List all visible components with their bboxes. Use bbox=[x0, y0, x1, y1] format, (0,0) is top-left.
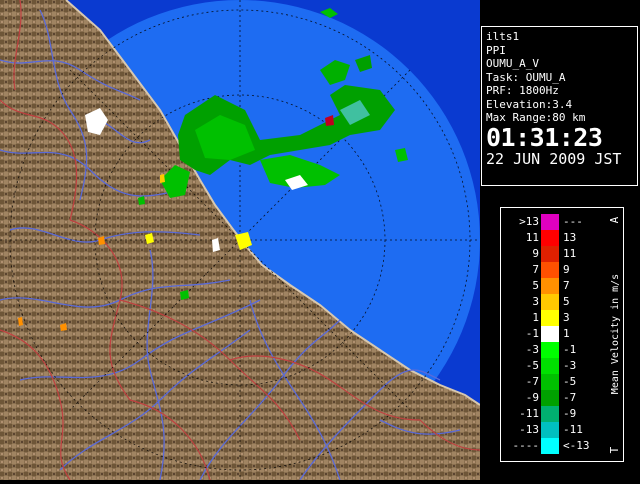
legend-row-lower-label: -9 bbox=[563, 407, 577, 420]
legend-row-lower-label: --- bbox=[563, 215, 583, 228]
legend-row-upper-label: 5 bbox=[532, 279, 539, 292]
prf-value: PRF: 1800Hz bbox=[486, 84, 559, 97]
legend-row-upper-label: 1 bbox=[532, 311, 539, 324]
radar-map-graphic bbox=[0, 0, 480, 480]
legend-row-lower-label: 5 bbox=[563, 295, 570, 308]
legend-row-lower-label: -3 bbox=[563, 359, 577, 372]
legend-color-swatch bbox=[541, 310, 559, 326]
legend-color-swatch bbox=[541, 294, 559, 310]
legend-row-upper-label: -5 bbox=[525, 359, 539, 372]
radar-info-panel: ilts1 PPI OUMU_A_V Task: OUMU_A PRF: 180… bbox=[481, 26, 638, 186]
legend-top-mark: A bbox=[608, 216, 621, 223]
legend-row-lower-label: 11 bbox=[563, 247, 577, 260]
legend-row-lower-label: -1 bbox=[563, 343, 577, 356]
legend-color-swatch bbox=[541, 438, 559, 454]
scan-time: 01:31:23 bbox=[486, 122, 603, 152]
legend-row-lower-label: 9 bbox=[563, 263, 570, 276]
legend-color-swatch bbox=[541, 230, 559, 246]
legend-row-upper-label: 3 bbox=[532, 295, 539, 308]
legend-row-lower-label: 1 bbox=[563, 327, 570, 340]
legend-color-swatch bbox=[541, 326, 559, 342]
legend-title: A Mean Velocity in m/s T bbox=[607, 214, 621, 457]
legend-color-swatch bbox=[541, 358, 559, 374]
legend-color-swatch bbox=[541, 278, 559, 294]
legend-row-upper-label: -9 bbox=[525, 391, 539, 404]
scan-date: 22 JUN 2009 JST bbox=[486, 149, 622, 168]
legend-color-swatch bbox=[541, 406, 559, 422]
legend-row-lower-label: 13 bbox=[563, 231, 577, 244]
radar-name: ilts1 bbox=[486, 30, 520, 43]
legend-color-swatch bbox=[541, 374, 559, 390]
legend-row-upper-label: -11 bbox=[519, 407, 539, 420]
legend-row-lower-label: -11 bbox=[563, 423, 583, 436]
legend-color-swatch bbox=[541, 214, 559, 230]
legend-row-lower-label: -7 bbox=[563, 391, 577, 404]
legend-color-swatch bbox=[541, 390, 559, 406]
legend-row-upper-label: -7 bbox=[525, 375, 539, 388]
legend-color-swatch bbox=[541, 422, 559, 438]
legend-color-swatch bbox=[541, 246, 559, 262]
legend-row-upper-label: 7 bbox=[532, 263, 539, 276]
legend-row-upper-label: -1 bbox=[525, 327, 539, 340]
legend-color-swatch bbox=[541, 342, 559, 358]
elevation-value: Elevation:3.4 bbox=[486, 97, 573, 111]
legend-row-upper-label: ---- bbox=[512, 439, 540, 452]
legend-row-upper-label: 9 bbox=[532, 247, 539, 260]
task-name: Task: OUMU_A bbox=[486, 70, 566, 84]
product-type: PPI bbox=[486, 43, 506, 57]
legend-bottom-mark: T bbox=[608, 446, 621, 453]
legend-row-lower-label: 3 bbox=[563, 311, 570, 324]
site-id: OUMU_A_V bbox=[486, 57, 539, 70]
legend-row-lower-label: <-13 bbox=[563, 439, 590, 452]
legend-row-upper-label: 11 bbox=[525, 231, 539, 244]
legend-title-text: Mean Velocity in m/s bbox=[610, 274, 621, 394]
legend-color-swatch bbox=[541, 262, 559, 278]
radar-ppi-map[interactable] bbox=[0, 0, 480, 480]
legend-row-upper-label: >13 bbox=[519, 215, 539, 228]
velocity-color-legend: >13 --- 11 13 9 11 7 9 5 7 3 5 1 3 -1 1 -3 -1 -5 -3 -7 -5 -9 -7… bbox=[500, 207, 624, 462]
legend-row-upper-label: -13 bbox=[519, 423, 539, 436]
legend-row-upper-label: -3 bbox=[525, 343, 539, 356]
legend-row-lower-label: -5 bbox=[563, 375, 577, 388]
legend-row-lower-label: 7 bbox=[563, 279, 570, 292]
